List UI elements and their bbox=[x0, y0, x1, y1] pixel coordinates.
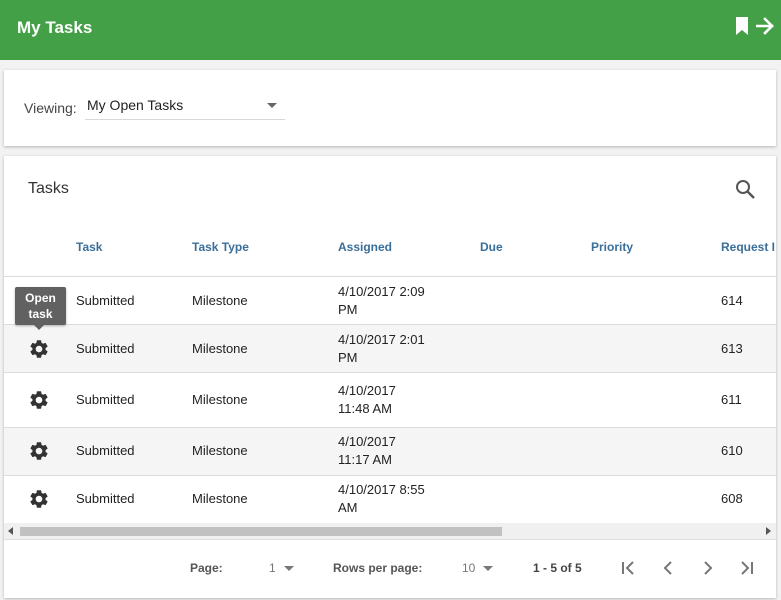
tasks-card: Tasks Task Task Type Assigned Due Priori… bbox=[4, 156, 776, 598]
previous-page-icon[interactable] bbox=[659, 559, 677, 577]
app-bar: My Tasks bbox=[0, 0, 781, 60]
task-cell: Submitted bbox=[76, 392, 135, 407]
viewing-select-value: My Open Tasks bbox=[87, 97, 184, 113]
viewing-select[interactable]: My Open Tasks bbox=[85, 92, 285, 120]
next-page-icon[interactable] bbox=[699, 559, 717, 577]
assigned-cell: 4/10/2017 8:55 AM bbox=[338, 482, 425, 515]
last-page-icon[interactable] bbox=[738, 559, 756, 577]
caret-down-icon bbox=[267, 103, 277, 108]
search-icon[interactable] bbox=[734, 178, 756, 200]
page-title: My Tasks bbox=[17, 18, 93, 37]
table-row[interactable]: Submitted Milestone 4/10/2017 2:09 PM 614 bbox=[4, 277, 776, 325]
page-select[interactable]: 1 bbox=[269, 561, 276, 575]
request-cell: 608 bbox=[721, 491, 743, 506]
tasks-title: Tasks bbox=[28, 180, 69, 197]
table-row[interactable]: Submitted Milestone 4/10/2017 2:01 PM 613 bbox=[4, 325, 776, 373]
request-cell: 610 bbox=[721, 443, 743, 458]
column-header-task[interactable]: Task bbox=[76, 240, 102, 254]
column-header-due[interactable]: Due bbox=[480, 240, 503, 254]
gear-icon[interactable] bbox=[28, 488, 50, 510]
table-row[interactable]: Submitted Milestone 4/10/2017 11:17 AM 61… bbox=[4, 428, 776, 476]
arrow-right-icon[interactable] bbox=[756, 17, 775, 35]
tooltip-arrow bbox=[34, 325, 44, 330]
gear-icon[interactable] bbox=[28, 440, 50, 462]
column-header-task-type[interactable]: Task Type bbox=[192, 240, 249, 254]
request-cell: 613 bbox=[721, 341, 743, 356]
scroll-right-icon[interactable] bbox=[766, 527, 771, 535]
task-cell: Submitted bbox=[76, 443, 135, 458]
assigned-cell: 4/10/2017 2:01 PM bbox=[338, 332, 425, 365]
open-task-tooltip: Open task bbox=[15, 287, 66, 325]
rows-per-page-select[interactable]: 10 bbox=[462, 561, 475, 575]
assigned-cell: 4/10/2017 11:17 AM bbox=[338, 434, 396, 467]
request-cell: 614 bbox=[721, 293, 743, 308]
page-caret-icon[interactable] bbox=[284, 566, 294, 571]
task-type-cell: Milestone bbox=[192, 293, 248, 308]
table-row[interactable]: Submitted Milestone 4/10/2017 8:55 AM 608 bbox=[4, 476, 776, 523]
table-row[interactable]: Submitted Milestone 4/10/2017 11:48 AM 61… bbox=[4, 373, 776, 428]
scrollbar-thumb[interactable] bbox=[20, 527, 502, 536]
filter-card: Viewing: My Open Tasks bbox=[4, 70, 776, 146]
page-range: 1 - 5 of 5 bbox=[533, 561, 582, 575]
gear-icon[interactable] bbox=[28, 338, 50, 360]
assigned-cell: 4/10/2017 2:09 PM bbox=[338, 284, 425, 317]
task-type-cell: Milestone bbox=[192, 491, 248, 506]
rows-caret-icon[interactable] bbox=[483, 566, 493, 571]
column-header-priority[interactable]: Priority bbox=[591, 240, 633, 254]
page-label: Page: bbox=[190, 561, 223, 575]
request-cell: 611 bbox=[721, 392, 742, 407]
task-type-cell: Milestone bbox=[192, 392, 248, 407]
scroll-left-icon[interactable] bbox=[8, 527, 13, 535]
first-page-icon[interactable] bbox=[619, 559, 637, 577]
column-header-assigned[interactable]: Assigned bbox=[338, 240, 392, 254]
column-header-request[interactable]: Request I bbox=[721, 240, 775, 254]
task-cell: Submitted bbox=[76, 293, 135, 308]
pager-divider bbox=[4, 539, 776, 540]
bookmark-icon[interactable] bbox=[735, 17, 749, 35]
viewing-label: Viewing: bbox=[24, 100, 77, 116]
task-cell: Submitted bbox=[76, 491, 135, 506]
gear-icon[interactable] bbox=[28, 389, 50, 411]
rows-per-page-label: Rows per page: bbox=[333, 561, 423, 575]
assigned-cell: 4/10/2017 11:48 AM bbox=[338, 383, 396, 416]
horizontal-scrollbar[interactable] bbox=[4, 523, 776, 539]
task-cell: Submitted bbox=[76, 341, 135, 356]
task-type-cell: Milestone bbox=[192, 341, 248, 356]
task-type-cell: Milestone bbox=[192, 443, 248, 458]
